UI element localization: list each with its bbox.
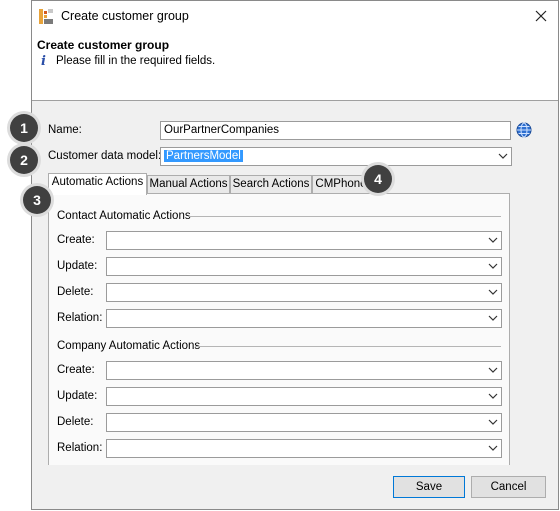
globe-icon[interactable]	[516, 122, 532, 138]
chevron-down-icon	[488, 419, 498, 425]
title-bar[interactable]: Create customer group	[32, 1, 558, 32]
header-title: Create customer group	[37, 38, 170, 52]
contact-delete-select[interactable]	[106, 283, 502, 302]
tab-manual-actions[interactable]: Manual Actions	[147, 175, 230, 194]
chevron-down-icon	[488, 237, 498, 243]
contact-update-select[interactable]	[106, 257, 502, 276]
contact-update-label: Update:	[57, 260, 98, 272]
automatic-actions-panel: Contact Automatic Actions Create: Update…	[48, 193, 510, 465]
chevron-down-icon	[488, 315, 498, 321]
company-delete-label: Delete:	[57, 416, 94, 428]
chevron-down-icon	[488, 445, 498, 451]
name-label: Name:	[48, 124, 82, 136]
customer-data-model-select[interactable]: PartnersModel	[160, 147, 512, 166]
company-create-select[interactable]	[106, 361, 502, 380]
tab-automatic-actions[interactable]: Automatic Actions	[48, 173, 147, 195]
company-delete-select[interactable]	[106, 413, 502, 432]
chevron-down-icon	[498, 153, 508, 159]
callout-badge-2: 2	[10, 146, 38, 174]
chevron-down-icon	[488, 367, 498, 373]
chevron-down-icon	[488, 289, 498, 295]
company-group-title: Company Automatic Actions	[57, 340, 201, 352]
company-create-label: Create:	[57, 364, 95, 376]
company-group-divider	[195, 346, 501, 347]
contact-delete-label: Delete:	[57, 286, 94, 298]
dialog-header: Create customer group i Please fill in t…	[32, 32, 558, 101]
app-logo-icon	[39, 9, 53, 24]
tab-cmphone[interactable]: CMPhone	[312, 175, 370, 194]
company-relation-select[interactable]	[106, 439, 502, 458]
company-update-select[interactable]	[106, 387, 502, 406]
header-message: Please fill in the required fields.	[56, 55, 216, 67]
name-input[interactable]: OurPartnerCompanies	[160, 121, 511, 140]
company-update-label: Update:	[57, 390, 98, 402]
tab-search-actions[interactable]: Search Actions	[230, 175, 312, 194]
customer-data-model-label: Customer data model:	[48, 150, 162, 162]
contact-group-title: Contact Automatic Actions	[57, 210, 191, 222]
customer-data-model-value: PartnersModel	[164, 150, 243, 162]
window-title: Create customer group	[61, 9, 189, 23]
close-icon[interactable]	[530, 5, 552, 27]
save-button[interactable]: Save	[393, 476, 465, 498]
company-relation-label: Relation:	[57, 442, 103, 454]
contact-create-select[interactable]	[106, 231, 502, 250]
callout-badge-1: 1	[10, 114, 38, 142]
contact-relation-select[interactable]	[106, 309, 502, 328]
callout-badge-3: 3	[23, 186, 51, 214]
contact-group-divider	[189, 216, 501, 217]
chevron-down-icon	[488, 263, 498, 269]
cancel-button[interactable]: Cancel	[471, 476, 546, 498]
chevron-down-icon	[488, 393, 498, 399]
callout-badge-4: 4	[364, 165, 392, 193]
info-icon: i	[41, 54, 46, 69]
contact-relation-label: Relation:	[57, 312, 103, 324]
contact-create-label: Create:	[57, 234, 95, 246]
